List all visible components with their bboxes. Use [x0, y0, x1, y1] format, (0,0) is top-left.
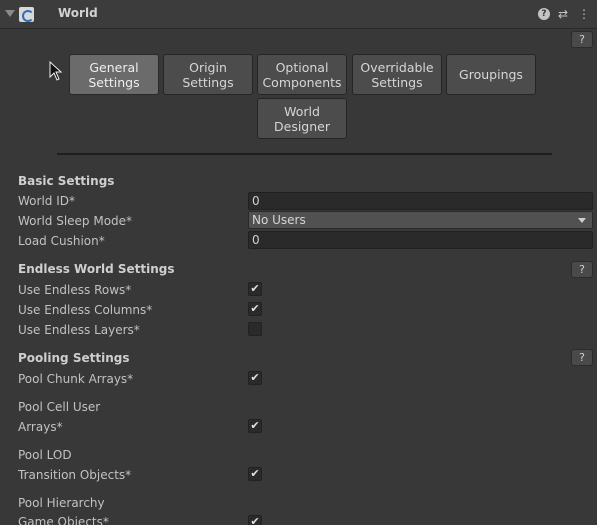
load-cushion-field[interactable]: 0 [248, 231, 593, 249]
pool-hierarchy-checkbox[interactable]: ✔ [248, 515, 262, 525]
tab-general-settings[interactable]: General Settings [69, 54, 159, 95]
section-basic-settings: Basic Settings [18, 174, 115, 188]
help-button-endless[interactable]: ? [571, 261, 593, 278]
pool-cell-user-label-line1: Pool Cell User [18, 400, 101, 414]
pool-lod-label-line2: Transition Objects* [18, 468, 132, 482]
use-endless-rows-label: Use Endless Rows* [18, 283, 132, 297]
pool-chunk-arrays-checkbox[interactable]: ✔ [248, 371, 262, 385]
world-sleep-mode-label: World Sleep Mode* [18, 214, 133, 228]
tab-optional-components[interactable]: Optional Components [257, 54, 347, 95]
load-cushion-label: Load Cushion* [18, 234, 105, 248]
foldout-arrow-icon[interactable] [5, 10, 15, 17]
tab-overridable-settings[interactable]: Overridable Settings [352, 54, 442, 95]
chevron-down-icon [578, 218, 586, 223]
section-pooling-settings: Pooling Settings [18, 351, 130, 365]
pool-lod-label-line1: Pool LOD [18, 448, 72, 462]
component-title: World [58, 6, 98, 20]
divider [57, 153, 552, 155]
pool-chunk-arrays-label: Pool Chunk Arrays* [18, 372, 134, 386]
component-header: World ? ⇄ ⋮ [0, 0, 597, 29]
pool-lod-transition-checkbox[interactable]: ✔ [248, 467, 262, 481]
world-sleep-mode-dropdown[interactable]: No Users [248, 211, 593, 229]
world-sleep-mode-value: No Users [252, 213, 306, 227]
pool-cell-user-arrays-checkbox[interactable]: ✔ [248, 419, 262, 433]
use-endless-rows-checkbox[interactable]: ✔ [248, 282, 262, 296]
section-endless-world-settings: Endless World Settings [18, 262, 175, 276]
presets-icon[interactable]: ⇄ [557, 7, 569, 21]
help-button-pooling[interactable]: ? [571, 349, 593, 366]
tab-world-designer[interactable]: World Designer [257, 98, 347, 139]
mouse-cursor-icon [49, 61, 63, 81]
world-id-label: World ID* [18, 194, 75, 208]
world-id-field[interactable]: 0 [248, 192, 593, 210]
use-endless-columns-label: Use Endless Columns* [18, 303, 153, 317]
tab-groupings[interactable]: Groupings [446, 54, 536, 95]
pool-cell-user-label-line2: Arrays* [18, 420, 63, 434]
script-icon [19, 7, 34, 22]
tab-origin-settings[interactable]: Origin Settings [163, 54, 253, 95]
kebab-menu-icon[interactable]: ⋮ [578, 7, 590, 21]
use-endless-layers-label: Use Endless Layers* [18, 323, 140, 337]
pool-hierarchy-label-line2: Game Objects* [18, 515, 109, 525]
help-button-main[interactable]: ? [571, 31, 593, 48]
help-icon[interactable]: ? [538, 8, 550, 20]
use-endless-columns-checkbox[interactable]: ✔ [248, 302, 262, 316]
use-endless-layers-checkbox[interactable] [248, 322, 262, 336]
pool-hierarchy-label-line1: Pool Hierarchy [18, 496, 105, 510]
